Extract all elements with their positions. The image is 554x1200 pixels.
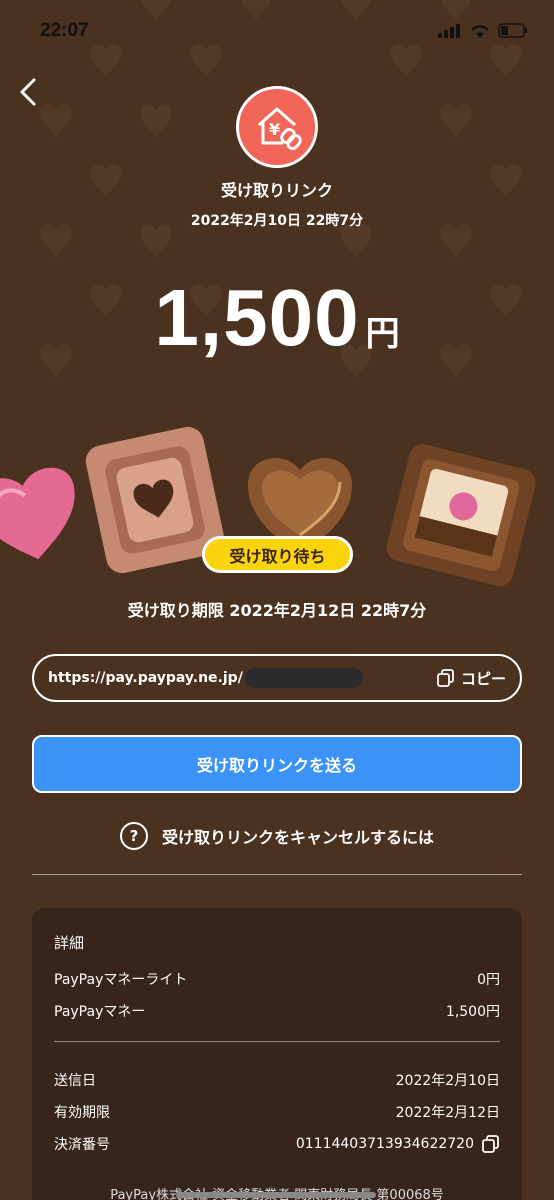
cancel-help-link[interactable]: ? 受け取りリンクをキャンセルするには (0, 822, 554, 850)
copy-label: コピー (460, 669, 506, 688)
detail-value: 1,500円 (445, 1004, 500, 1020)
detail-row: 有効期限 2022年2月12日 (54, 1096, 500, 1128)
detail-value: 01114403713934622720 (295, 1136, 474, 1152)
status-badge: 受け取り待ち (202, 536, 353, 573)
receive-deadline: 受け取り期限 2022年2月12日 22時7分 (127, 601, 427, 620)
detail-value: 2022年2月10日 (395, 1073, 500, 1089)
help-icon: ? (119, 822, 148, 850)
amount-display: 1,500 円 (0, 272, 554, 364)
page-title: 受け取りリンク (220, 181, 333, 200)
signal-icon (438, 23, 460, 38)
amount-value: 1,500 (154, 273, 360, 362)
detail-label: 送信日 (54, 1073, 96, 1089)
detail-value: 2022年2月12日 (395, 1105, 500, 1121)
svg-text:¥: ¥ (269, 120, 280, 139)
detail-row: PayPayマネーライト 0円 (54, 963, 500, 995)
payment-number: 01114403713934622720 (296, 1135, 500, 1153)
amount-unit: 円 (365, 314, 400, 354)
copy-icon (437, 669, 454, 687)
back-chevron-icon[interactable] (14, 76, 44, 108)
detail-row: PayPayマネー 1,500円 (54, 995, 500, 1027)
wifi-icon (471, 24, 489, 38)
yen-house-link-icon: ¥ (258, 107, 302, 151)
details-card: 詳細 PayPayマネーライト 0円 PayPayマネー 1,500円 送信日 … (32, 908, 522, 1200)
link-url: https://pay.paypay.ne.jp/ (48, 670, 243, 686)
detail-label: 決済番号 (54, 1137, 110, 1153)
detail-label: PayPayマネー (54, 1004, 146, 1020)
details-divider (54, 1041, 500, 1042)
detail-label: 有効期限 (54, 1105, 110, 1121)
sent-datetime: 2022年2月10日 22時7分 (190, 213, 364, 229)
status-time: 22:07 (40, 20, 89, 41)
section-divider (32, 874, 522, 875)
detail-row: 決済番号 01114403713934622720 (54, 1128, 500, 1160)
detail-value: 0円 (477, 972, 500, 988)
copy-link-button[interactable]: コピー (437, 668, 506, 689)
battery-icon (498, 23, 527, 38)
detail-row: 送信日 2022年2月10日 (54, 1064, 500, 1096)
details-title: 詳細 (54, 934, 85, 952)
copy-icon[interactable] (482, 1135, 500, 1153)
detail-label: PayPayマネーライト (54, 972, 188, 988)
receive-link-icon: ¥ (236, 86, 318, 168)
redacted-link-segment (244, 668, 363, 688)
send-link-button[interactable]: 受け取りリンクを送る (32, 735, 522, 793)
receive-link-field[interactable]: https://pay.paypay.ne.jp/ コピー (32, 654, 522, 702)
home-indicator[interactable] (176, 1192, 376, 1198)
cancel-help-label: 受け取りリンクをキャンセルするには (161, 828, 434, 847)
status-icons (438, 23, 528, 38)
